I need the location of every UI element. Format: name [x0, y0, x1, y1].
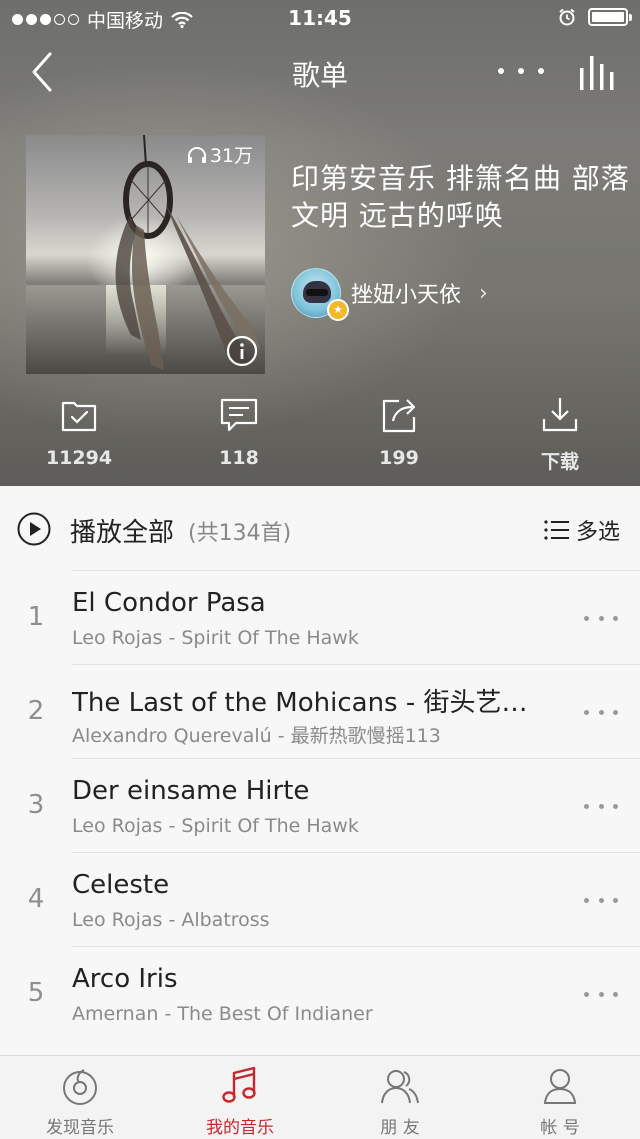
download-icon — [542, 398, 578, 432]
friends-icon — [381, 1070, 419, 1104]
playlist-cover[interactable]: 31万 — [26, 135, 265, 374]
multi-select-label: 多选 — [575, 520, 620, 545]
song-subtitle: Amernan - The Best Of Indianer — [72, 1003, 373, 1025]
status-right — [558, 8, 632, 26]
song-more-button[interactable] — [584, 896, 618, 904]
play-circle-icon — [17, 512, 51, 546]
tab-bar: 发现音乐 我的音乐 朋 友 帐 号 — [0, 1055, 640, 1139]
song-number: 3 — [27, 790, 45, 820]
collect-button[interactable]: 11294 — [19, 395, 139, 469]
tab-label: 我的音乐 — [206, 1118, 274, 1138]
nav-title: 歌单 — [291, 59, 348, 92]
comment-button[interactable]: 118 — [179, 395, 299, 469]
playlist-title: 印第安音乐 排箫名曲 部落文明 远古的呼唤 — [291, 162, 630, 232]
tab-label: 帐 号 — [540, 1118, 580, 1138]
share-button[interactable]: 199 — [339, 395, 459, 469]
tab-label: 朋 友 — [380, 1118, 420, 1138]
song-row[interactable]: 5 Arco Iris Amernan - The Best Of Indian… — [0, 946, 640, 1040]
song-subtitle: Leo Rojas - Spirit Of The Hawk — [72, 815, 359, 837]
song-title: Celeste — [72, 870, 170, 900]
now-playing-icon[interactable] — [578, 52, 620, 92]
song-subtitle: Leo Rojas - Spirit Of The Hawk — [72, 627, 359, 649]
play-count: 31万 — [187, 141, 253, 168]
song-count: (共134首) — [188, 521, 292, 546]
tab-account[interactable]: 帐 号 — [480, 1056, 640, 1139]
comment-icon — [220, 398, 258, 432]
music-note-icon — [222, 1066, 256, 1103]
play-all-bar[interactable]: 播放全部 (共134首) 多选 — [0, 486, 640, 570]
song-subtitle: Leo Rojas - Albatross — [72, 909, 270, 931]
discover-music-icon — [63, 1069, 97, 1105]
vip-star-icon: ★ — [327, 299, 349, 321]
share-count: 199 — [379, 447, 419, 469]
list-icon — [544, 520, 569, 540]
song-number: 2 — [27, 696, 45, 726]
action-bar: 11294 118 199 下载 — [0, 395, 640, 485]
tab-discover-music[interactable]: 发现音乐 — [0, 1056, 160, 1139]
nav-bar: 歌单 — [0, 40, 640, 104]
song-more-button[interactable] — [584, 802, 618, 810]
folder-check-icon — [61, 401, 97, 432]
download-button[interactable]: 下载 — [500, 395, 620, 474]
download-label: 下载 — [540, 451, 579, 473]
song-title: Arco Iris — [72, 964, 178, 994]
chevron-right-icon: › — [479, 280, 488, 306]
play-count-value: 31万 — [209, 145, 253, 167]
creator-name: 挫妞小天依 — [351, 283, 462, 308]
song-more-button[interactable] — [584, 614, 618, 622]
tab-label: 发现音乐 — [46, 1118, 114, 1138]
song-number: 1 — [27, 602, 45, 632]
playlist-header: 中国移动 11:45 歌单 31万 印第安音乐 排箫名曲 部落文明 远古的呼唤 … — [0, 0, 640, 486]
song-row[interactable]: 1 El Condor Pasa Leo Rojas - Spirit Of T… — [0, 570, 640, 664]
song-number: 5 — [27, 978, 45, 1008]
song-subtitle: Alexandro Querevalú - 最新热歌慢摇113 — [72, 725, 441, 747]
song-row[interactable]: 3 Der einsame Hirte Leo Rojas - Spirit O… — [0, 758, 640, 852]
account-icon — [543, 1069, 577, 1104]
creator-link[interactable]: ★ 挫妞小天依 › — [291, 268, 488, 321]
song-row[interactable]: 2 The Last of the Mohicans - 街头艺… Alexan… — [0, 664, 640, 758]
song-row[interactable]: 4 Celeste Leo Rojas - Albatross — [0, 852, 640, 946]
multi-select-button[interactable]: 多选 — [544, 514, 620, 546]
song-more-button[interactable] — [584, 708, 618, 716]
song-title: The Last of the Mohicans - 街头艺… — [72, 688, 528, 718]
status-time: 11:45 — [288, 6, 352, 30]
status-bar: 中国移动 11:45 — [0, 0, 640, 40]
share-icon — [382, 399, 416, 433]
headphones-icon — [187, 146, 206, 163]
more-options-button[interactable] — [498, 56, 544, 86]
comment-count: 118 — [219, 447, 259, 469]
song-more-button[interactable] — [584, 990, 618, 998]
song-title: Der einsame Hirte — [72, 776, 310, 806]
tab-my-music[interactable]: 我的音乐 — [160, 1056, 320, 1139]
alarm-icon — [559, 8, 575, 26]
song-list: 1 El Condor Pasa Leo Rojas - Spirit Of T… — [0, 570, 640, 1040]
tab-friends[interactable]: 朋 友 — [320, 1056, 480, 1139]
info-icon[interactable] — [226, 335, 258, 367]
collect-count: 11294 — [45, 447, 113, 469]
play-all-label: 播放全部 — [70, 518, 175, 548]
song-number: 4 — [27, 884, 45, 914]
avatar: ★ — [291, 268, 349, 321]
battery-icon — [588, 8, 632, 26]
song-title: El Condor Pasa — [72, 588, 266, 618]
